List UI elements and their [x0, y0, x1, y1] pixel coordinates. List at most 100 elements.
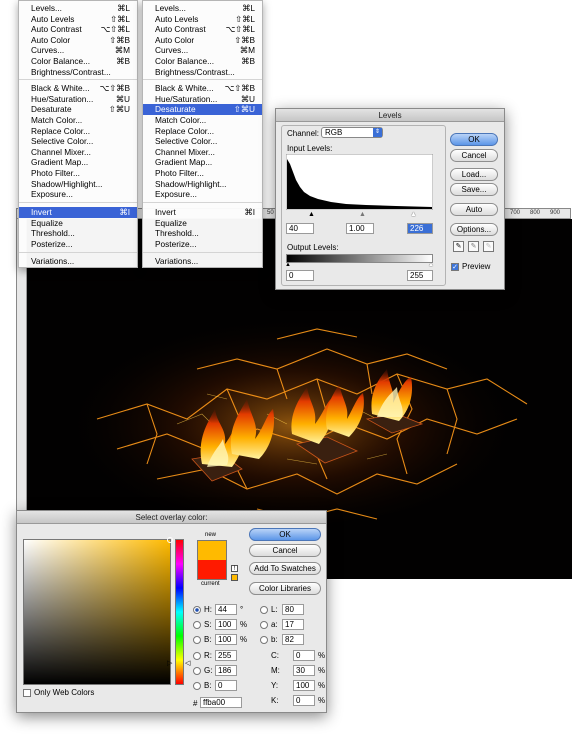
- input-white-field[interactable]: 226: [407, 223, 433, 234]
- black-point-handle[interactable]: ▲: [308, 211, 315, 218]
- input-gamma-field[interactable]: 1.00: [346, 223, 374, 234]
- output-black-handle[interactable]: ▲: [285, 262, 291, 268]
- gamma-handle[interactable]: ▲: [359, 211, 366, 218]
- menu-item[interactable]: Posterize...: [143, 239, 262, 250]
- menu-item[interactable]: Match Color...: [143, 115, 262, 126]
- menu-item[interactable]: Gradient Map...: [19, 157, 137, 168]
- output-black-field[interactable]: 0: [286, 270, 314, 281]
- menu-item[interactable]: Hue/Saturation... ⌘U: [143, 94, 262, 105]
- menu-item[interactable]: Variations...: [143, 256, 262, 267]
- menu-item[interactable]: Curves... ⌘M: [143, 45, 262, 56]
- menu-item[interactable]: Black & White... ⌥⇧⌘B: [19, 83, 137, 94]
- menu-item[interactable]: Black & White... ⌥⇧⌘B: [143, 83, 262, 94]
- menu-item[interactable]: Levels... ⌘L: [143, 3, 262, 14]
- menu-item[interactable]: Desaturate ⇧⌘U: [143, 104, 262, 115]
- menu-item[interactable]: Exposure...: [19, 189, 137, 200]
- menu-item[interactable]: Color Balance... ⌘B: [19, 56, 137, 67]
- menu-item[interactable]: Invert ⌘I: [19, 207, 137, 218]
- menu-item[interactable]: Photo Filter...: [143, 168, 262, 179]
- output-white-field[interactable]: 255: [407, 270, 433, 281]
- menu-item-label: Hue/Saturation...: [31, 93, 94, 104]
- menu-item[interactable]: Threshold...: [19, 228, 137, 239]
- menu-item[interactable]: Shadow/Highlight...: [143, 179, 262, 190]
- menu-item[interactable]: Shadow/Highlight...: [19, 179, 137, 190]
- levels-load-button[interactable]: Load...: [450, 168, 498, 181]
- menu-item[interactable]: Auto Contrast ⌥⇧⌘L: [19, 24, 137, 35]
- color-value-field[interactable]: 44: [215, 604, 237, 615]
- hex-field[interactable]: ffba00: [200, 697, 242, 708]
- menu-item[interactable]: Invert ⌘I: [143, 207, 262, 218]
- white-eyedropper-icon[interactable]: ✎: [483, 241, 494, 252]
- menu-separator: [19, 252, 137, 253]
- menu-item[interactable]: Desaturate ⇧⌘U: [19, 104, 137, 115]
- menu-item[interactable]: Auto Levels ⇧⌘L: [19, 14, 137, 25]
- menu-item[interactable]: Exposure...: [143, 189, 262, 200]
- color-mode-radio[interactable]: [193, 652, 201, 660]
- color-value-field[interactable]: 17: [282, 619, 304, 630]
- color-value-field[interactable]: 80: [282, 604, 304, 615]
- menu-item-label: Invert: [155, 207, 176, 217]
- menu-item[interactable]: Auto Color ⇧⌘B: [143, 35, 262, 46]
- menu-item[interactable]: Posterize...: [19, 239, 137, 250]
- color-mode-radio[interactable]: [260, 636, 268, 644]
- black-eyedropper-icon[interactable]: ✎: [453, 241, 464, 252]
- menu-item[interactable]: Channel Mixer...: [19, 147, 137, 158]
- white-point-handle[interactable]: ▲: [410, 211, 417, 218]
- color-mode-radio[interactable]: [260, 606, 268, 614]
- menu-item[interactable]: Selective Color...: [143, 136, 262, 147]
- gray-eyedropper-icon[interactable]: ✎: [468, 241, 479, 252]
- levels-title: Levels: [276, 109, 504, 122]
- menu-item[interactable]: Photo Filter...: [19, 168, 137, 179]
- color-value-field[interactable]: 0: [293, 695, 315, 706]
- color-value-field[interactable]: 186: [215, 665, 237, 676]
- only-web-colors-checkbox[interactable]: [23, 689, 31, 697]
- menu-item[interactable]: Variations...: [19, 256, 137, 267]
- color-value-field[interactable]: 100: [215, 619, 237, 630]
- color-value-field[interactable]: 100: [293, 680, 315, 691]
- menu-item[interactable]: Hue/Saturation... ⌘U: [19, 94, 137, 105]
- menu-item[interactable]: Replace Color...: [19, 126, 137, 137]
- color-value-field[interactable]: 82: [282, 634, 304, 645]
- color-mode-radio[interactable]: [193, 606, 201, 614]
- menu-item-shortcut: ⌥⇧⌘L: [225, 24, 255, 35]
- menu-item[interactable]: Levels... ⌘L: [19, 3, 137, 14]
- menu-item[interactable]: Auto Contrast ⌥⇧⌘L: [143, 24, 262, 35]
- input-black-field[interactable]: 40: [286, 223, 314, 234]
- channel-select[interactable]: RGB ⇕: [321, 127, 383, 138]
- menu-item[interactable]: Equalize: [143, 218, 262, 229]
- levels-ok-button[interactable]: OK: [450, 133, 498, 146]
- menu-item[interactable]: Replace Color...: [143, 126, 262, 137]
- menu-item[interactable]: Brightness/Contrast...: [143, 67, 262, 78]
- levels-cancel-button[interactable]: Cancel: [450, 149, 498, 162]
- ruler-label: 800: [530, 210, 541, 216]
- menu-item[interactable]: Auto Color ⇧⌘B: [19, 35, 137, 46]
- ruler-label: 900: [550, 210, 561, 216]
- menu-item[interactable]: Brightness/Contrast...: [19, 67, 137, 78]
- menu-item[interactable]: Selective Color...: [19, 136, 137, 147]
- menu-item[interactable]: Match Color...: [19, 115, 137, 126]
- color-value-field[interactable]: 0: [215, 680, 237, 691]
- color-value-field[interactable]: 255: [215, 650, 237, 661]
- menu-item[interactable]: Gradient Map...: [143, 157, 262, 168]
- preview-checkbox[interactable]: ✓: [451, 263, 459, 271]
- menu-item[interactable]: Curves... ⌘M: [19, 45, 137, 56]
- menu-item[interactable]: Color Balance... ⌘B: [143, 56, 262, 67]
- menu-item[interactable]: Threshold...: [143, 228, 262, 239]
- menu-item[interactable]: Equalize: [19, 218, 137, 229]
- color-mode-radio[interactable]: [260, 621, 268, 629]
- menu-item[interactable]: Channel Mixer...: [143, 147, 262, 158]
- output-white-handle[interactable]: ▲: [428, 262, 434, 268]
- menu-item[interactable]: Auto Levels ⇧⌘L: [143, 14, 262, 25]
- levels-auto-button[interactable]: Auto: [450, 203, 498, 216]
- menu-item-label: Variations...: [155, 256, 199, 266]
- levels-save-button[interactable]: Save...: [450, 183, 498, 196]
- color-mode-radio[interactable]: [193, 682, 201, 690]
- color-mode-radio[interactable]: [193, 636, 201, 644]
- color-mode-radio[interactable]: [193, 667, 201, 675]
- color-value-field[interactable]: 0: [293, 650, 315, 661]
- color-mode-radio[interactable]: [193, 621, 201, 629]
- input-slider[interactable]: ▲ ▲ ▲: [286, 211, 433, 219]
- color-value-field[interactable]: 30: [293, 665, 315, 676]
- color-value-field[interactable]: 100: [215, 634, 237, 645]
- levels-options-button[interactable]: Options...: [450, 223, 498, 236]
